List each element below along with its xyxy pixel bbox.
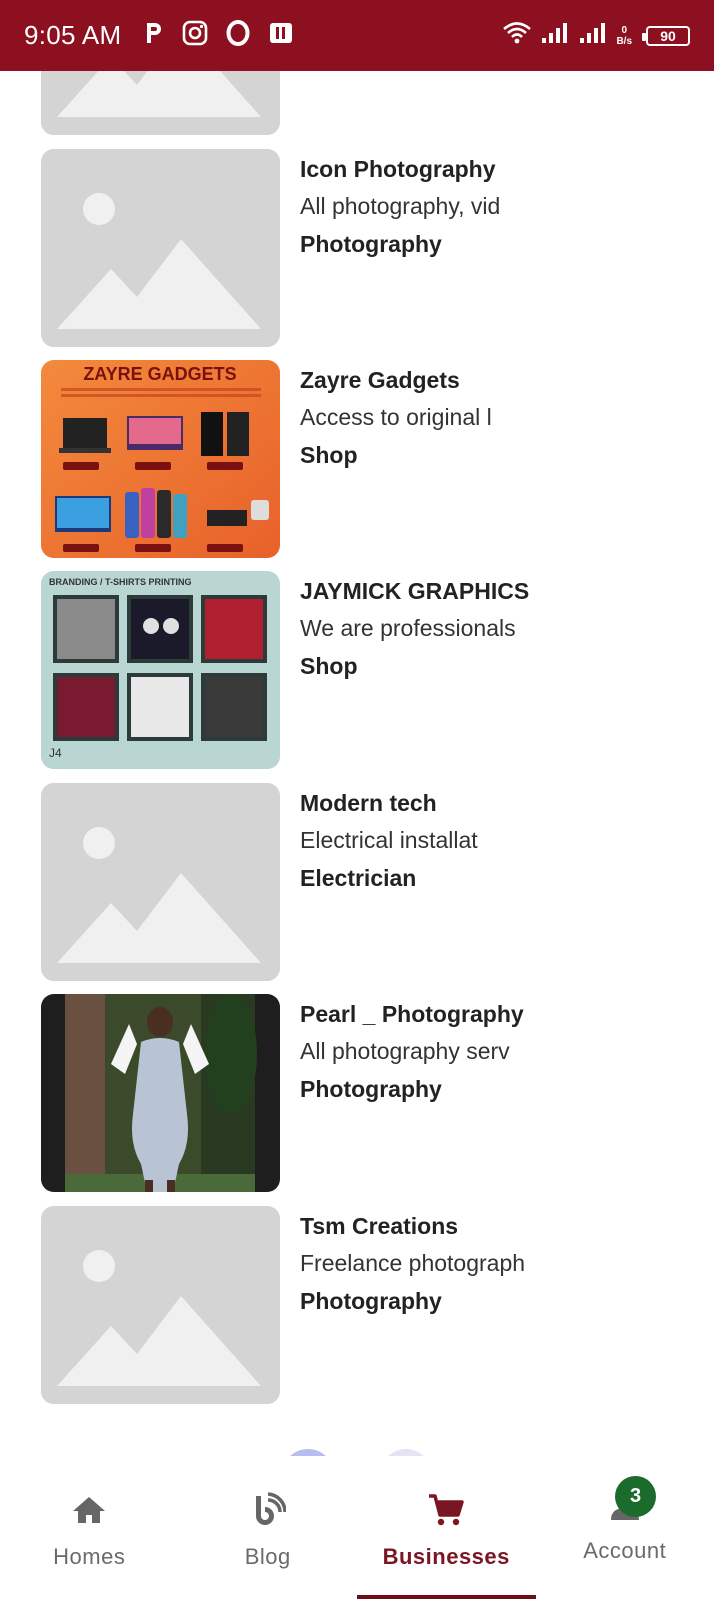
list-item[interactable]: Modern tech Electrical installat Electri… [0, 783, 714, 981]
active-tab-indicator [357, 1595, 536, 1599]
status-notification-icons [144, 20, 294, 51]
business-info: Icon Photography All photography, vid Ph… [300, 149, 680, 263]
banner-title: ZAYRE GADGETS [83, 364, 236, 384]
nav-item-businesses[interactable]: Businesses [357, 1456, 536, 1599]
battery-level: 90 [660, 27, 676, 44]
business-image-placeholder [41, 1206, 280, 1404]
business-image [41, 994, 280, 1192]
bottom-navigation: Homes Blog Businesses Account 3 [0, 1456, 714, 1599]
business-description: All photography, vid [300, 193, 501, 219]
business-info: Modern tech Electrical installat Electri… [300, 783, 680, 897]
business-name: JAYMICK GRAPHICS [300, 578, 530, 604]
list-item[interactable]: Icon Photography All photography, vid Ph… [0, 149, 714, 347]
list-item[interactable]: Pearl _ Photography All photography serv… [0, 994, 714, 1192]
screen: 9:05 AM 0 B/s 90 Icon Photography All ph… [0, 0, 714, 1599]
business-info: Zayre Gadgets Access to original l Shop [300, 360, 680, 474]
status-system-icons: 0 B/s 90 [502, 21, 690, 50]
svg-text:J4: J4 [49, 746, 62, 760]
p-icon [144, 21, 164, 50]
business-image-placeholder [41, 149, 280, 347]
network-speed: 0 B/s [616, 25, 632, 47]
nav-label: Account [583, 1538, 667, 1563]
nav-item-homes[interactable]: Homes [0, 1456, 179, 1599]
app-icon [268, 21, 294, 50]
business-info: Tsm Creations Freelance photograph Photo… [300, 1206, 680, 1320]
business-name: Icon Photography [300, 156, 496, 182]
business-category: Shop [300, 442, 358, 468]
business-description: Electrical installat [300, 827, 478, 853]
business-description: We are professionals [300, 615, 516, 641]
business-category: Photography [300, 1288, 442, 1314]
cart-icon [426, 1490, 466, 1530]
nav-label: Homes [53, 1544, 126, 1569]
status-bar: 9:05 AM 0 B/s 90 [0, 0, 714, 71]
signal-icon [540, 21, 570, 50]
business-category: Photography [300, 231, 442, 257]
network-speed-value: 0 [621, 24, 627, 36]
business-description: All photography serv [300, 1038, 510, 1064]
business-info: Pearl _ Photography All photography serv… [300, 994, 680, 1108]
business-name: Tsm Creations [300, 1213, 459, 1239]
business-image-placeholder [41, 783, 280, 981]
business-category: Photography [300, 1076, 442, 1102]
nav-item-account[interactable]: Account [536, 1456, 714, 1599]
instagram-icon [182, 20, 208, 51]
business-category: Electrician [300, 865, 417, 891]
business-description: Freelance photograph [300, 1250, 526, 1276]
list-item[interactable]: Tsm Creations Freelance photograph Photo… [0, 1206, 714, 1404]
battery-icon: 90 [642, 25, 690, 46]
business-list[interactable]: Icon Photography All photography, vid Ph… [0, 71, 714, 1456]
network-speed-unit: B/s [616, 35, 632, 47]
business-image: ZAYRE GADGETS [41, 360, 280, 558]
business-category: Shop [300, 653, 358, 679]
list-item[interactable]: BRANDING / T-SHIRTS PRINTING J4 JAYMICK … [0, 571, 714, 769]
opera-icon [226, 20, 250, 51]
home-icon [69, 1490, 109, 1530]
business-image: BRANDING / T-SHIRTS PRINTING J4 [41, 571, 280, 769]
blog-icon [248, 1490, 288, 1530]
business-name: Pearl _ Photography [300, 1001, 524, 1027]
list-item[interactable] [0, 71, 714, 135]
nav-label: Blog [244, 1544, 291, 1569]
nav-item-blog[interactable]: Blog [179, 1456, 358, 1599]
account-notification-badge: 3 [615, 1476, 656, 1517]
signal-icon [578, 21, 608, 50]
banner-title: BRANDING / T-SHIRTS PRINTING [49, 577, 192, 587]
business-name: Modern tech [300, 790, 437, 816]
business-description: Access to original l [300, 404, 492, 430]
nav-label: Businesses [382, 1544, 510, 1569]
wifi-icon [502, 21, 532, 50]
business-name: Zayre Gadgets [300, 367, 460, 393]
business-info: JAYMICK GRAPHICS We are professionals Sh… [300, 571, 680, 685]
status-time: 9:05 AM [24, 20, 122, 50]
list-item[interactable]: ZAYRE GADGETS Zayre Gadgets Access to or… [0, 360, 714, 558]
business-image-placeholder [41, 71, 280, 135]
